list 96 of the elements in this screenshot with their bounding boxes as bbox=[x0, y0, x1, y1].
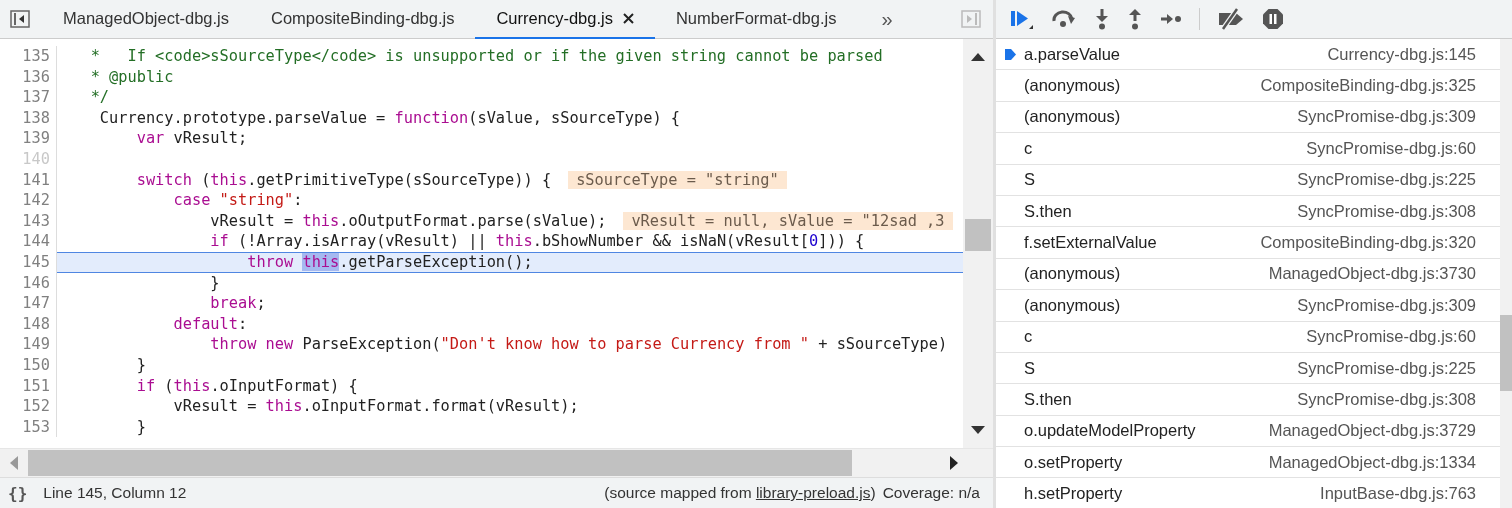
frame-location[interactable]: Currency-dbg.js:145 bbox=[1327, 44, 1476, 64]
frame-location[interactable]: SyncPromise-dbg.js:225 bbox=[1297, 358, 1476, 378]
code-text: */ bbox=[89, 88, 110, 107]
line-number: 139 bbox=[0, 128, 57, 149]
function-name[interactable]: S bbox=[1024, 170, 1035, 190]
toggle-debugger-icon[interactable] bbox=[961, 10, 981, 28]
code-text: switch (this.getPrimitiveType(sSourceType)) { bbox=[135, 170, 552, 190]
function-name[interactable]: f.setExternalValue bbox=[1024, 233, 1157, 253]
function-name[interactable]: (anonymous) bbox=[1024, 295, 1121, 315]
source-link[interactable]: library-preload.js bbox=[755, 484, 871, 501]
scroll-down-icon[interactable] bbox=[971, 426, 985, 434]
file-tab[interactable]: Currency-dbg.js bbox=[475, 0, 655, 39]
code-text: * If <code>sSourceType</code> is unsupported or if the given string cannot be parsed bbox=[89, 47, 883, 66]
line-number: 136 bbox=[0, 66, 57, 88]
close-icon[interactable] bbox=[622, 13, 634, 24]
frame-location[interactable]: ManagedObject-dbg.js:3730 bbox=[1268, 264, 1476, 284]
line-number: 149 bbox=[0, 334, 57, 355]
frame-location[interactable]: SyncPromise-dbg.js:309 bbox=[1297, 295, 1476, 315]
line-number: 137 bbox=[0, 87, 57, 108]
function-name[interactable]: o.setProperty bbox=[1024, 452, 1123, 472]
file-tab[interactable]: ManagedObject-dbg.js bbox=[42, 0, 250, 39]
frame-location[interactable]: SyncPromise-dbg.js:60 bbox=[1306, 327, 1476, 347]
frame-location[interactable]: ManagedObject-dbg.js:1334 bbox=[1268, 452, 1476, 472]
line-number: 147 bbox=[0, 293, 57, 314]
function-name[interactable]: c bbox=[1024, 138, 1033, 158]
frame-location[interactable]: SyncPromise-dbg.js:308 bbox=[1297, 390, 1476, 409]
frame-location[interactable]: CompositeBinding-dbg.js:325 bbox=[1260, 76, 1476, 96]
step-into-icon[interactable] bbox=[1094, 8, 1110, 30]
scrollbar[interactable] bbox=[1500, 39, 1512, 508]
line-number: 150 bbox=[0, 354, 57, 376]
cursor-position: Line 145, Column 12 bbox=[43, 484, 187, 502]
code-text: vResult = this.oOutputFormat.parse(sValue); bbox=[209, 211, 607, 231]
pretty-print-button[interactable]: {} bbox=[0, 483, 38, 503]
step-over-icon[interactable] bbox=[1051, 9, 1077, 29]
code-text: throw new ParseException("Don't know how to parse Currency from " + sSourceType) bbox=[209, 335, 948, 354]
function-name[interactable]: (anonymous) bbox=[1024, 107, 1121, 127]
code-text: Currency.prototype.parseValue = function(sValue, sSourceType) { bbox=[98, 108, 681, 128]
scroll-right-icon[interactable] bbox=[950, 456, 958, 470]
toggle-navigator-icon[interactable] bbox=[10, 10, 30, 28]
frame-location[interactable]: SyncPromise-dbg.js:60 bbox=[1306, 138, 1476, 158]
code-text: vResult = this.oInputFormat.format(vResult); bbox=[172, 397, 579, 416]
line-number: 151 bbox=[0, 375, 57, 397]
function-name[interactable]: (anonymous) bbox=[1024, 264, 1121, 284]
line-number: 148 bbox=[0, 313, 57, 335]
code-text: * @public bbox=[89, 67, 174, 87]
code-text: default: bbox=[172, 314, 248, 334]
code-text: } bbox=[135, 355, 146, 375]
step-out-icon[interactable] bbox=[1127, 8, 1143, 30]
code-text: if (!Array.isArray(vResult) || this.bShowNumber && isNaN(vResult[0])) { bbox=[209, 232, 865, 251]
frame-location[interactable]: SyncPromise-dbg.js:308 bbox=[1297, 201, 1476, 221]
deactivate-breakpoints-icon[interactable] bbox=[1217, 8, 1245, 30]
scroll-thumb[interactable] bbox=[28, 450, 852, 476]
line-number: 143 bbox=[0, 210, 57, 232]
source-map-note: (source mapped from library-preload.js) bbox=[604, 484, 876, 502]
frame-location[interactable]: SyncPromise-dbg.js:309 bbox=[1297, 107, 1476, 127]
code-text: } bbox=[209, 273, 220, 293]
code-text: throw this.getParseException(); bbox=[246, 252, 533, 272]
function-name[interactable]: S.then bbox=[1024, 390, 1072, 409]
scroll-thumb[interactable] bbox=[1500, 315, 1512, 391]
scroll-thumb[interactable] bbox=[965, 219, 991, 251]
line-number: 153 bbox=[0, 416, 57, 438]
frame-location[interactable]: CompositeBinding-dbg.js:320 bbox=[1260, 233, 1476, 253]
code-text: if (this.oInputFormat) { bbox=[135, 376, 358, 396]
more-tabs-button[interactable]: » bbox=[857, 0, 909, 38]
coverage-status: Coverage: n/a bbox=[882, 484, 980, 502]
scrollbar[interactable] bbox=[0, 448, 993, 477]
inline-value: sSourceType = "string" bbox=[568, 170, 787, 190]
function-name[interactable]: c bbox=[1024, 327, 1033, 347]
frame-location[interactable]: SyncPromise-dbg.js:225 bbox=[1297, 170, 1476, 190]
line-number: 146 bbox=[0, 272, 57, 294]
function-name[interactable]: h.setProperty bbox=[1024, 484, 1123, 504]
frame-location[interactable]: ManagedObject-dbg.js:3729 bbox=[1268, 421, 1476, 441]
inline-value: vResult = null, sValue = "12sad ,3 bbox=[623, 211, 953, 231]
function-name[interactable]: S.then bbox=[1024, 201, 1072, 221]
code-text: } bbox=[135, 417, 146, 437]
line-number: 138 bbox=[0, 107, 57, 129]
code-text: break; bbox=[209, 294, 266, 313]
line-number: 141 bbox=[0, 169, 57, 191]
line-number: 135 bbox=[0, 46, 57, 67]
line-number: 142 bbox=[0, 190, 57, 211]
function-name[interactable]: (anonymous) bbox=[1024, 76, 1121, 96]
function-name[interactable]: a.parseValue bbox=[1024, 44, 1120, 64]
file-tab[interactable]: CompositeBinding-dbg.js bbox=[250, 0, 476, 39]
code-text: case "string": bbox=[172, 191, 303, 210]
scroll-up-icon[interactable] bbox=[971, 53, 985, 61]
resume-icon[interactable] bbox=[1010, 8, 1034, 30]
line-number: 144 bbox=[0, 231, 57, 252]
frame-location[interactable]: InputBase-dbg.js:763 bbox=[1320, 484, 1476, 504]
scrollbar[interactable] bbox=[963, 39, 993, 448]
line-number: 152 bbox=[0, 396, 57, 417]
pause-on-exceptions-icon[interactable] bbox=[1262, 8, 1284, 30]
step-icon[interactable] bbox=[1160, 12, 1182, 26]
file-tab[interactable]: NumberFormat-dbg.js bbox=[654, 0, 858, 39]
code-text: var vResult; bbox=[135, 129, 248, 148]
function-name[interactable]: S bbox=[1024, 358, 1035, 378]
function-name[interactable]: o.updateModelProperty bbox=[1024, 421, 1196, 441]
